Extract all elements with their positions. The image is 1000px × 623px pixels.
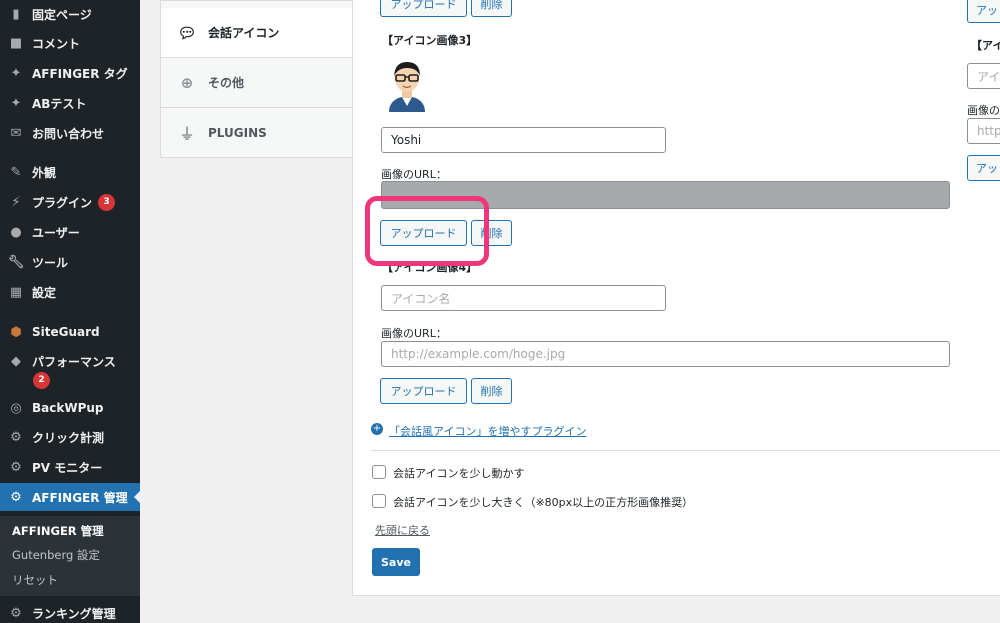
- menu-label: AFFINGER 管理: [32, 490, 128, 505]
- icon4-url-label: 画像のURL：: [381, 327, 447, 340]
- menu-pv-monitor[interactable]: ⚙ PV モニター: [0, 453, 140, 481]
- submenu-gutenberg-settings[interactable]: Gutenberg 設定: [12, 547, 100, 563]
- menu-performance[interactable]: ◆ パフォーマンス: [0, 347, 140, 375]
- highlight-box: [365, 196, 489, 266]
- menu-users[interactable]: ● ユーザー: [0, 218, 140, 246]
- gear-icon: ⚙: [10, 605, 22, 621]
- menu-label: 設定: [32, 285, 57, 300]
- menu-label: パフォーマンス: [32, 354, 116, 369]
- enlarge-icon-label: 会話アイコンを少し大きく（※80px以上の正方形画像推奨）: [393, 496, 694, 509]
- pin-icon: ✦: [10, 95, 22, 111]
- delete-button[interactable]: 削除: [471, 0, 512, 17]
- menu-pages[interactable]: ▮ 固定ページ: [0, 0, 140, 28]
- menu-backwpup[interactable]: ◎ BackWPup: [0, 394, 140, 422]
- menu-label: クリック計測: [32, 430, 105, 445]
- menu-label: AFFINGER タグ: [32, 66, 128, 81]
- enlarge-icon-checkbox[interactable]: [372, 494, 386, 508]
- menu-label: ABテスト: [32, 96, 87, 111]
- right-upload-button[interactable]: アッ: [967, 0, 1000, 23]
- submenu-affinger-admin[interactable]: AFFINGER 管理: [12, 523, 104, 539]
- icon4-upload-button[interactable]: アップロード: [380, 378, 467, 404]
- gear-icon: ⚙: [10, 429, 22, 445]
- update-badge: 2: [33, 372, 50, 389]
- submenu-reset[interactable]: リセット: [12, 572, 58, 588]
- menu-label: ツール: [32, 255, 69, 270]
- upload-button[interactable]: アップロード: [380, 0, 467, 17]
- menu-siteguard[interactable]: ⬢ SiteGuard: [0, 318, 140, 346]
- menu-ab-test[interactable]: ✦ ABテスト: [0, 89, 140, 117]
- more-icons-plugin-link[interactable]: 「会話風アイコン」を増やすプラグイン: [389, 423, 586, 439]
- menu-label: PV モニター: [32, 460, 103, 475]
- plugin-icon: ⚡: [11, 194, 21, 210]
- plug-icon: ⏚: [179, 124, 195, 143]
- icon3-name-input[interactable]: Yoshi: [381, 127, 666, 153]
- menu-label: 固定ページ: [32, 7, 92, 22]
- mail-icon: ✉: [10, 125, 22, 141]
- tab-label: その他: [208, 76, 245, 90]
- user-icon: ●: [10, 224, 22, 240]
- settings-icon: ▦: [9, 284, 23, 300]
- menu-comments[interactable]: ■ コメント: [0, 29, 140, 57]
- menu-affinger-tag[interactable]: ✦ AFFINGER タグ: [0, 59, 140, 87]
- menu-label: ユーザー: [32, 225, 80, 240]
- settings-tabs: 💬︎ 会話アイコン ⊕ その他 ⏚ PLUGINS: [160, 0, 354, 158]
- cube-icon: ◆: [11, 353, 21, 369]
- back-to-top-link[interactable]: 先頭に戻る: [375, 522, 430, 538]
- gear-icon: ⚙: [10, 459, 22, 475]
- pin-icon: ✦: [10, 65, 22, 81]
- plus-circle-icon: ⊕: [180, 73, 194, 92]
- menu-label: プラグイン: [32, 195, 93, 210]
- page-icon: ▮: [12, 6, 20, 22]
- right-url-input[interactable]: http:: [967, 118, 1000, 144]
- icon3-url-label: 画像のURL：: [381, 168, 447, 181]
- menu-contact[interactable]: ✉ お問い合わせ: [0, 119, 140, 147]
- right-url-label: 画像の: [967, 104, 1000, 117]
- wrench-icon: 🔧︎: [7, 254, 25, 270]
- menu-click-tracking[interactable]: ⚙ クリック計測: [0, 423, 140, 451]
- tab-label: 会話アイコン: [208, 26, 280, 40]
- admin-sidebar: ▮ 固定ページ ■ コメント ✦ AFFINGER タグ ✦ ABテスト ✉ お問い合わせ…: [0, 0, 140, 623]
- right-name-input[interactable]: アイ: [967, 63, 1000, 89]
- move-icon-checkbox[interactable]: [372, 465, 386, 479]
- speech-bubble-icon: 💬︎: [177, 23, 197, 42]
- menu-plugins[interactable]: ⚡ プラグイン 3: [0, 188, 140, 216]
- plus-circle-icon: +: [371, 423, 383, 435]
- menu-label: コメント: [32, 36, 81, 51]
- icon4-delete-button[interactable]: 削除: [471, 378, 512, 404]
- brush-icon: ✎: [10, 164, 22, 180]
- shield-icon: ⬢: [10, 324, 22, 340]
- gear-icon: ⚙: [10, 489, 22, 505]
- menu-label: SiteGuard: [32, 325, 100, 339]
- right-upload-button-2[interactable]: アッ: [967, 155, 1000, 181]
- menu-affinger-admin[interactable]: ⚙ AFFINGER 管理: [0, 483, 140, 511]
- tab-conversation-icon[interactable]: 💬︎ 会話アイコン: [161, 8, 354, 58]
- menu-tools[interactable]: 🔧︎ ツール: [0, 248, 140, 276]
- menu-label: お問い合わせ: [32, 126, 105, 141]
- menu-label: ランキング管理: [32, 606, 116, 621]
- settings-main-panel: アップロード 削除 【アイコン画像3】 Yoshi 画像のURL： アップロード…: [352, 0, 1000, 596]
- icon4-name-input[interactable]: アイコン名: [381, 285, 666, 311]
- save-button[interactable]: Save: [372, 548, 420, 576]
- menu-appearance[interactable]: ✎ 外観: [0, 158, 140, 186]
- icon4-url-input[interactable]: http://example.com/hoge.jpg: [381, 341, 950, 367]
- menu-label: BackWPup: [32, 401, 104, 415]
- backup-icon: ◎: [10, 400, 22, 416]
- menu-settings[interactable]: ▦ 設定: [0, 278, 140, 306]
- menu-ranking[interactable]: ⚙ ランキング管理: [0, 599, 140, 623]
- right-icon-heading: 【アイ: [971, 39, 1000, 52]
- divider: [371, 450, 1000, 451]
- tab-label: PLUGINS: [208, 126, 267, 140]
- update-badge: 3: [98, 193, 116, 211]
- avatar: [385, 56, 429, 112]
- move-icon-label: 会話アイコンを少し動かす: [393, 467, 525, 480]
- tab-plugins[interactable]: ⏚ PLUGINS: [161, 108, 354, 158]
- menu-label: 外観: [32, 165, 57, 180]
- icon3-heading: 【アイコン画像3】: [382, 34, 478, 47]
- comment-icon: ■: [9, 35, 23, 51]
- affinger-submenu: AFFINGER 管理 Gutenberg 設定 リセット: [0, 516, 140, 596]
- tab-other[interactable]: ⊕ その他: [161, 58, 354, 108]
